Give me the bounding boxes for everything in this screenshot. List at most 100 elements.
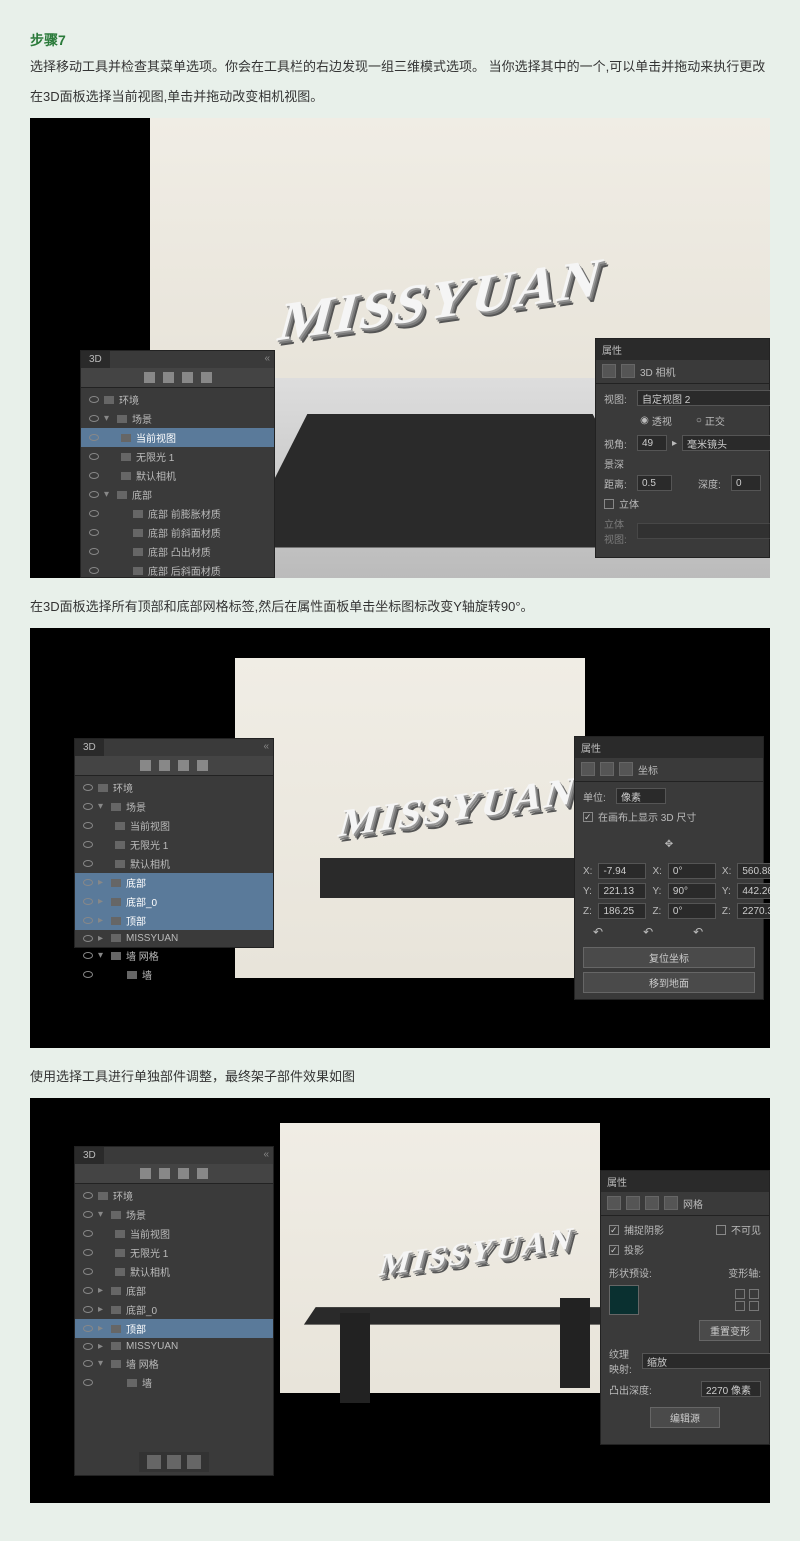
tree-row-bottom[interactable]: ▾底部 [81, 485, 274, 504]
light-icon[interactable] [197, 760, 208, 771]
tree-row-env[interactable]: 环境 [75, 1186, 273, 1205]
tree-row-view[interactable]: 当前视图 [75, 816, 273, 835]
tree-row-env[interactable]: 环境 [81, 390, 274, 409]
x-rot-input[interactable] [668, 863, 716, 879]
panel-properties-coord[interactable]: 属性 坐标 单位: 在画布上显示 3D 尺寸 ✥ X:X:X: Y:Y:Y: Z… [574, 736, 764, 1000]
y-rot-input[interactable] [668, 883, 716, 899]
x-scale-input[interactable] [737, 863, 770, 879]
tree-row-wall2[interactable]: 墙 [75, 1373, 273, 1392]
stereo-check[interactable] [604, 499, 614, 509]
show3d-check[interactable] [583, 812, 593, 822]
light-icon[interactable] [201, 372, 212, 383]
tree-row-scene[interactable]: ▾场景 [75, 1205, 273, 1224]
tree-row-scene[interactable]: ▾场景 [75, 797, 273, 816]
edit-source-button[interactable]: 编辑源 [650, 1407, 720, 1428]
x-pos-input[interactable] [598, 863, 646, 879]
tree-row-light[interactable]: 无限光 1 [75, 1243, 273, 1262]
tree-row-view[interactable]: 当前视图 [81, 428, 274, 447]
eye-icon[interactable] [89, 396, 99, 403]
panel-3d[interactable]: « 3D 环境 ▾场景 当前视图 无限光 1 默认相机 ▾底部 底部 前膨胀材质… [80, 350, 275, 578]
texture-map-select[interactable] [642, 1353, 770, 1369]
axis-w[interactable] [749, 1301, 759, 1311]
tree-row-camera[interactable]: 默认相机 [75, 854, 273, 873]
catch-shadow-check[interactable] [609, 1225, 619, 1235]
axis-x[interactable] [735, 1289, 745, 1299]
shape-preset-swatch[interactable] [609, 1285, 639, 1315]
coord-icon[interactable] [621, 364, 635, 378]
mesh-icon[interactable] [607, 1196, 621, 1210]
tree-row-b2[interactable]: 底部 前斜面材质 [81, 523, 274, 542]
light-icon[interactable] [197, 1168, 208, 1179]
panel-3d-tab[interactable]: 3D [75, 739, 104, 756]
tree-row-camera[interactable]: 默认相机 [75, 1262, 273, 1281]
to-floor-button[interactable]: 移到地面 [583, 972, 755, 993]
unit-select[interactable] [616, 788, 666, 804]
undo-icon-3[interactable]: ↶ [693, 925, 703, 939]
tree-row-scene[interactable]: ▾场景 [81, 409, 274, 428]
tree-row-env[interactable]: 环境 [75, 778, 273, 797]
view-select[interactable] [637, 390, 770, 406]
y-pos-input[interactable] [598, 883, 646, 899]
tree-3d[interactable]: 环境 ▾场景 当前视图 无限光 1 默认相机 ▾底部 底部 前膨胀材质 底部 前… [81, 388, 274, 578]
tree-row-missyuan[interactable]: ▸MISSYUAN [75, 930, 273, 946]
mesh-icon[interactable] [159, 1168, 170, 1179]
ortho-radio[interactable]: ○ 正交 [690, 411, 731, 430]
reset-deform-button[interactable]: 重置变形 [699, 1320, 761, 1341]
panel-close-icon[interactable]: « [263, 741, 269, 752]
tree-row-top[interactable]: ▸顶部 [75, 911, 273, 930]
tree-row-light[interactable]: 无限光 1 [75, 835, 273, 854]
tree-row-top[interactable]: ▸顶部 [75, 1319, 273, 1338]
tree-row-bottom0[interactable]: ▸底部_0 [75, 892, 273, 911]
tree-row-bottom0[interactable]: ▸底部_0 [75, 1300, 273, 1319]
tree-row-b4[interactable]: 底部 后斜面材质 [81, 561, 274, 578]
mesh-icon[interactable] [581, 762, 595, 776]
mesh-icon[interactable] [159, 760, 170, 771]
z-rot-input[interactable] [668, 903, 716, 919]
delete-icon[interactable] [187, 1455, 201, 1469]
undo-icon[interactable]: ↶ [593, 925, 603, 939]
panel-3d-tab[interactable]: 3D [75, 1147, 104, 1164]
reset-coord-button[interactable]: 复位坐标 [583, 947, 755, 968]
cap-icon[interactable] [645, 1196, 659, 1210]
tree-row-view[interactable]: 当前视图 [75, 1224, 273, 1243]
z-pos-input[interactable] [598, 903, 646, 919]
material-icon[interactable] [182, 372, 193, 383]
lens-select[interactable] [682, 435, 770, 451]
axis-y[interactable] [749, 1289, 759, 1299]
tree-row-wall2[interactable]: 墙 [75, 965, 273, 984]
prop-tab[interactable]: 属性 [596, 339, 769, 360]
mesh-icon[interactable] [163, 372, 174, 383]
panel-3d-2[interactable]: « 3D 环境 ▾场景 当前视图 无限光 1 默认相机 ▸底部 ▸底部_0 ▸顶… [74, 738, 274, 948]
tree-row-wall[interactable]: ▾墙 网格 [75, 946, 273, 965]
extrude-depth-input[interactable] [701, 1381, 761, 1397]
material-icon[interactable] [178, 1168, 189, 1179]
camera-icon[interactable] [602, 364, 616, 378]
dist-input[interactable] [637, 475, 672, 491]
tree-row-bottom[interactable]: ▸底部 [75, 1281, 273, 1300]
cast-shadow-check[interactable] [609, 1245, 619, 1255]
tree-row-missyuan[interactable]: ▸MISSYUAN [75, 1338, 273, 1354]
material-icon[interactable] [178, 760, 189, 771]
add-icon[interactable] [147, 1455, 161, 1469]
invisible-check[interactable] [716, 1225, 726, 1235]
panel-3d-tab[interactable]: 3D [81, 351, 110, 368]
tree-row-bottom[interactable]: ▸底部 [75, 873, 273, 892]
panel-3d-3[interactable]: « 3D 环境 ▾场景 当前视图 无限光 1 默认相机 ▸底部 ▸底部_0 ▸顶… [74, 1146, 274, 1476]
tree-row-b1[interactable]: 底部 前膨胀材质 [81, 504, 274, 523]
panel-properties-camera[interactable]: 属性 3D 相机 视图: ◉ 透视 ○ 正交 视角:▸ 景深 距离:深度: 立体… [595, 338, 770, 558]
coord-icon[interactable] [664, 1196, 678, 1210]
new-icon[interactable] [167, 1455, 181, 1469]
panel-close-icon[interactable]: « [263, 1149, 269, 1160]
filter-icon[interactable] [140, 760, 151, 771]
filter-icon[interactable] [144, 372, 155, 383]
tree-row-light[interactable]: 无限光 1 [81, 447, 274, 466]
z-scale-input[interactable] [737, 903, 770, 919]
tree-row-camera[interactable]: 默认相机 [81, 466, 274, 485]
deep-input[interactable] [731, 475, 761, 491]
material-icon[interactable] [600, 762, 614, 776]
filter-icon[interactable] [140, 1168, 151, 1179]
panel-close-icon[interactable]: « [264, 353, 270, 364]
tree-row-b3[interactable]: 底部 凸出材质 [81, 542, 274, 561]
deform-icon[interactable] [626, 1196, 640, 1210]
undo-icon-2[interactable]: ↶ [643, 925, 653, 939]
